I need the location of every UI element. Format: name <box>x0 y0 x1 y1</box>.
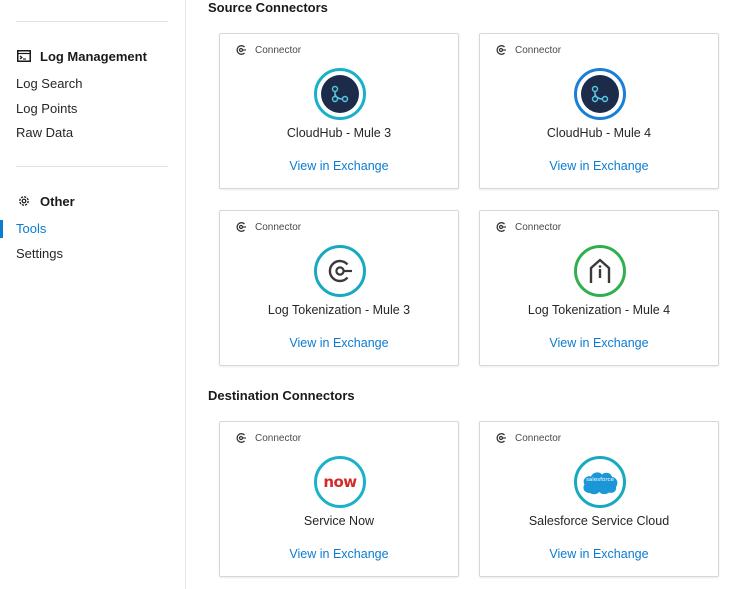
connector-tag: Connector <box>235 221 301 233</box>
connector-icon <box>235 432 247 444</box>
gear-icon <box>16 193 32 209</box>
section-title-label: Log Management <box>40 48 147 64</box>
connector-icon <box>235 221 247 233</box>
sidebar-divider <box>16 166 168 167</box>
connector-card: Connector now Service Now View in Exchan… <box>219 421 459 577</box>
connector-name: Salesforce Service Cloud <box>528 514 670 528</box>
section-title-other: Other <box>16 193 75 209</box>
view-in-exchange-link[interactable]: View in Exchange <box>480 159 718 173</box>
connector-tag: Connector <box>495 221 561 233</box>
connector-tag: Connector <box>235 432 301 444</box>
view-in-exchange-link[interactable]: View in Exchange <box>220 159 458 173</box>
view-in-exchange-link[interactable]: View in Exchange <box>480 336 718 350</box>
connector-tag-label: Connector <box>515 44 562 56</box>
sidebar-item-tools[interactable]: Tools <box>16 221 46 236</box>
sidebar: Log Management Log Search Log Points Raw… <box>0 0 186 589</box>
section-title-log-management: Log Management <box>16 48 147 64</box>
connector-icon <box>495 432 507 444</box>
connector-card: Connector CloudHub - Mule 3 View in Exch… <box>219 33 459 189</box>
salesforce-logo: salesforce <box>574 456 626 508</box>
sidebar-divider <box>16 21 168 22</box>
connector-card: Connector CloudHub - Mule 4 View in Exch… <box>479 33 719 189</box>
connector-name: Log Tokenization - Mule 3 <box>267 303 411 317</box>
connector-icon <box>495 221 507 233</box>
connector-card: Connector Log Tokenization - Mule 3 View… <box>219 210 459 366</box>
servicenow-logo: now <box>314 456 366 508</box>
sidebar-item-log-points[interactable]: Log Points <box>16 101 77 116</box>
servicenow-logo-text: now <box>323 473 357 491</box>
section-title-label: Other <box>40 193 75 209</box>
destination-connectors-title: Destination Connectors <box>208 388 355 403</box>
view-in-exchange-link[interactable]: View in Exchange <box>220 547 458 561</box>
connector-tag-label: Connector <box>515 221 562 233</box>
connector-card: Connector Log Tokenization - Mule 4 View… <box>479 210 719 366</box>
connector-tag: Connector <box>495 44 561 56</box>
cloudhub-icon <box>574 68 626 120</box>
connector-card: Connector salesforce Salesforce Service … <box>479 421 719 577</box>
active-indicator <box>0 220 3 238</box>
connector-tag-label: Connector <box>255 44 302 56</box>
connector-icon <box>314 245 366 297</box>
connector-tag-label: Connector <box>255 221 302 233</box>
sidebar-item-settings[interactable]: Settings <box>16 246 63 261</box>
connector-tag-label: Connector <box>515 432 562 444</box>
connector-name: Service Now <box>303 514 375 528</box>
connector-icon <box>495 44 507 56</box>
connector-name: CloudHub - Mule 3 <box>286 126 392 140</box>
view-in-exchange-link[interactable]: View in Exchange <box>480 547 718 561</box>
sidebar-item-log-search[interactable]: Log Search <box>16 76 83 91</box>
connector-tag: Connector <box>495 432 561 444</box>
connector-name: CloudHub - Mule 4 <box>546 126 652 140</box>
source-connectors-title: Source Connectors <box>208 0 328 15</box>
sidebar-item-raw-data[interactable]: Raw Data <box>16 125 73 140</box>
terminal-icon <box>16 48 32 64</box>
salesforce-logo-text: salesforce <box>586 477 614 483</box>
connector-icon <box>235 44 247 56</box>
view-in-exchange-link[interactable]: View in Exchange <box>220 336 458 350</box>
connector-tag: Connector <box>235 44 301 56</box>
connector-name: Log Tokenization - Mule 4 <box>527 303 671 317</box>
house-arrow-icon <box>574 245 626 297</box>
cloudhub-icon <box>314 68 366 120</box>
connector-tag-label: Connector <box>255 432 302 444</box>
